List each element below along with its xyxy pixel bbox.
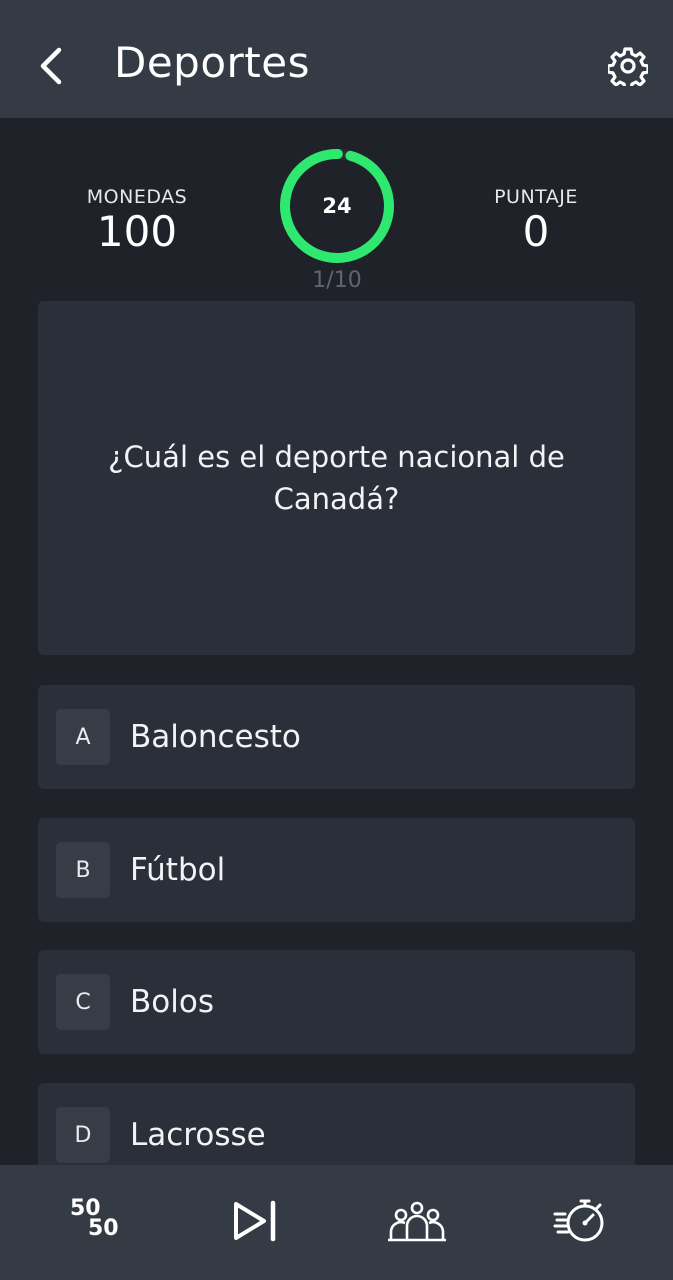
question-text: ¿Cuál es el deporte nacional de Canadá? <box>108 440 565 516</box>
gear-icon <box>608 47 648 86</box>
chevron-left-icon <box>40 47 62 85</box>
answer-text: Bolos <box>130 984 214 1020</box>
fifty-bottom-text: 50 <box>88 1216 119 1241</box>
answer-letter: D <box>56 1107 110 1163</box>
skip-button[interactable] <box>215 1185 295 1257</box>
time-freeze-button[interactable] <box>540 1185 620 1257</box>
time-freeze-icon <box>553 1199 604 1242</box>
question-card: ¿Cuál es el deporte nacional de Canadá? <box>38 301 635 655</box>
page-title: Deportes <box>114 38 310 87</box>
coins-stat: MONEDAS 100 <box>57 186 217 254</box>
app-header: Deportes <box>0 0 673 118</box>
audience-icon <box>388 1201 446 1242</box>
status-bar-remnant <box>160 0 190 6</box>
answer-text: Baloncesto <box>130 719 301 755</box>
settings-button[interactable] <box>604 42 652 90</box>
countdown-timer: 24 <box>276 145 398 267</box>
score-stat: PUNTAJE 0 <box>456 186 616 254</box>
answer-letter: C <box>56 974 110 1030</box>
answer-text: Fútbol <box>130 852 226 888</box>
answer-letter: B <box>56 842 110 898</box>
back-button[interactable] <box>30 44 74 88</box>
timer-value: 24 <box>322 194 352 218</box>
answer-option-b[interactable]: B Fútbol <box>38 818 635 922</box>
score-label: PUNTAJE <box>494 186 578 208</box>
score-value: 0 <box>522 207 550 256</box>
answer-option-a[interactable]: A Baloncesto <box>38 685 635 789</box>
fifty-fifty-button[interactable]: 50 50 <box>53 1185 133 1257</box>
skip-icon <box>234 1200 276 1242</box>
quiz-screen: Deportes MONEDAS 100 24 PUNTAJE 0 1/10 ¿… <box>0 0 673 1280</box>
coins-label: MONEDAS <box>86 186 188 208</box>
coins-value: 100 <box>96 207 178 256</box>
answer-option-c[interactable]: C Bolos <box>38 950 635 1054</box>
lifeline-toolbar: 50 50 <box>0 1165 673 1280</box>
fifty-fifty-icon: 50 50 <box>68 1196 119 1246</box>
question-progress: 1/10 <box>312 268 362 293</box>
audience-button[interactable] <box>377 1185 457 1257</box>
answer-letter: A <box>56 709 110 765</box>
answer-text: Lacrosse <box>130 1117 266 1153</box>
